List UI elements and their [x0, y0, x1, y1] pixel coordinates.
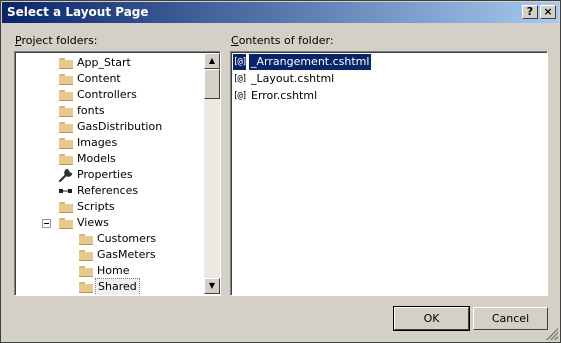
file-item[interactable]: [@] _Arrangement.cshtml	[233, 53, 533, 71]
razor-file-icon: [@]	[233, 74, 247, 84]
tree-item-label: Content	[77, 72, 121, 85]
tree-item-scripts[interactable]: Scripts	[15, 199, 203, 215]
scroll-up-button[interactable]: ▲	[204, 53, 220, 69]
folder-icon	[58, 135, 74, 151]
tree-item-label: GasMeters	[97, 248, 156, 261]
project-folders-tree[interactable]: App_Start Content Controllers fonts GasDistr…	[14, 51, 221, 296]
tree-item-label: Shared	[95, 278, 140, 295]
folder-icon	[58, 55, 74, 71]
razor-file-icon: [@]	[233, 91, 247, 101]
tree-item-views[interactable]: Views	[15, 215, 203, 231]
tree-item-content[interactable]: Content	[15, 71, 203, 87]
tree-item-label: Controllers	[77, 88, 137, 101]
tree-item-models[interactable]: Models	[15, 151, 203, 167]
tree-item-label: Models	[77, 152, 116, 165]
help-button[interactable]: ?	[522, 5, 538, 19]
tree-item-controllers[interactable]: Controllers	[15, 87, 203, 103]
wrench-icon	[58, 167, 74, 183]
tree-item-label: Customers	[97, 232, 157, 245]
scroll-thumb[interactable]	[204, 69, 220, 99]
folder-icon	[78, 247, 94, 263]
tree-item-fonts[interactable]: fonts	[15, 103, 203, 119]
tree-scrollbar[interactable]: ▲ ▼	[204, 53, 220, 294]
project-folders-label: Project folders:	[15, 34, 98, 47]
contents-of-folder-label: Contents of folder:	[231, 34, 334, 47]
file-name: _Arrangement.cshtml	[247, 53, 373, 71]
tree-item-label: fonts	[77, 104, 105, 117]
tree-item-label: App_Start	[77, 56, 131, 69]
tree-item-customers[interactable]: Customers	[15, 231, 203, 247]
tree-item-home[interactable]: Home	[15, 263, 203, 279]
folder-icon	[58, 71, 74, 87]
file-name: _Layout.cshtml	[251, 72, 335, 85]
tree-item-label: Images	[77, 136, 118, 149]
file-item[interactable]: [@] _Layout.cshtml	[233, 71, 533, 87]
folder-icon	[78, 231, 94, 247]
folder-icon	[58, 215, 74, 231]
tree-item-label: Home	[97, 264, 130, 277]
scroll-down-button[interactable]: ▼	[204, 278, 220, 294]
close-button[interactable]: ×	[540, 5, 556, 19]
tree-item-shared[interactable]: Shared	[15, 278, 203, 295]
razor-file-icon: [@]	[233, 54, 247, 70]
tree-item-label: Scripts	[77, 200, 115, 213]
window-title: Select a Layout Page	[7, 5, 149, 19]
title-bar[interactable]: Select a Layout Page ? ×	[2, 2, 559, 23]
folder-icon	[58, 87, 74, 103]
file-item[interactable]: [@] Error.cshtml	[233, 88, 533, 104]
cancel-button[interactable]: Cancel	[473, 307, 548, 330]
tree-item-gasdistribution[interactable]: GasDistribution	[15, 119, 203, 135]
references-icon	[58, 183, 74, 199]
folder-icon	[78, 263, 94, 279]
folder-icon	[58, 199, 74, 215]
folder-icon	[58, 119, 74, 135]
tree-item-label: Properties	[77, 168, 133, 181]
resize-grip-icon[interactable]	[546, 328, 558, 340]
contents-of-folder-list[interactable]: [@] _Arrangement.cshtml [@] _Layout.cshtml[…	[230, 51, 548, 296]
tree-item-gasmeters[interactable]: GasMeters	[15, 247, 203, 263]
tree-item-properties[interactable]: Properties	[15, 167, 203, 183]
folder-icon	[58, 151, 74, 167]
tree-item-references[interactable]: References	[15, 183, 203, 199]
tree-item-app-start[interactable]: App_Start	[15, 55, 203, 71]
folder-icon	[78, 279, 94, 295]
ok-button[interactable]: OK	[393, 306, 470, 331]
select-layout-dialog: Select a Layout Page ? × Project folders…	[0, 0, 561, 343]
tree-item-label: References	[77, 184, 139, 197]
tree-item-label: Views	[77, 216, 109, 229]
collapse-icon[interactable]	[42, 219, 51, 228]
file-name: Error.cshtml	[251, 89, 318, 102]
tree-item-label: GasDistribution	[77, 120, 163, 133]
folder-icon	[58, 103, 74, 119]
tree-item-images[interactable]: Images	[15, 135, 203, 151]
